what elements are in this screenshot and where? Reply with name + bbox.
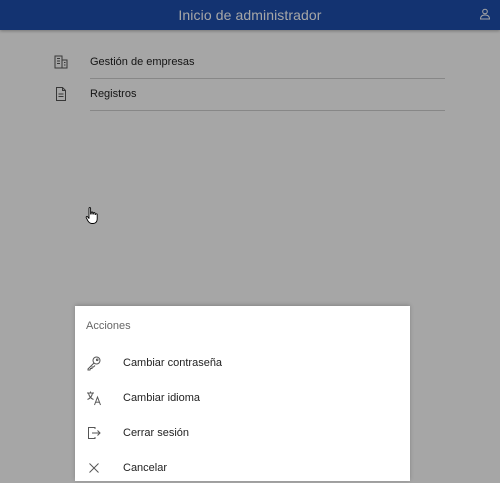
translate-icon xyxy=(85,389,103,407)
change-password-button[interactable]: Cambiar contraseña xyxy=(75,348,410,378)
sheet-title: Acciones xyxy=(86,320,131,332)
action-label: Cambiar idioma xyxy=(123,392,201,404)
action-label: Cancelar xyxy=(123,462,168,474)
actions-sheet: Acciones Cambiar contraseña Cambiar idio… xyxy=(75,306,410,481)
logout-button[interactable]: Cerrar sesión xyxy=(75,418,410,448)
change-language-button[interactable]: Cambiar idioma xyxy=(75,383,410,413)
key-icon xyxy=(85,354,103,372)
logout-icon xyxy=(85,424,103,442)
action-label: Cambiar contraseña xyxy=(123,357,223,369)
close-icon xyxy=(85,459,103,477)
cancel-button[interactable]: Cancelar xyxy=(75,453,410,483)
hand-cursor-icon xyxy=(85,207,98,224)
action-label: Cerrar sesión xyxy=(123,427,190,439)
